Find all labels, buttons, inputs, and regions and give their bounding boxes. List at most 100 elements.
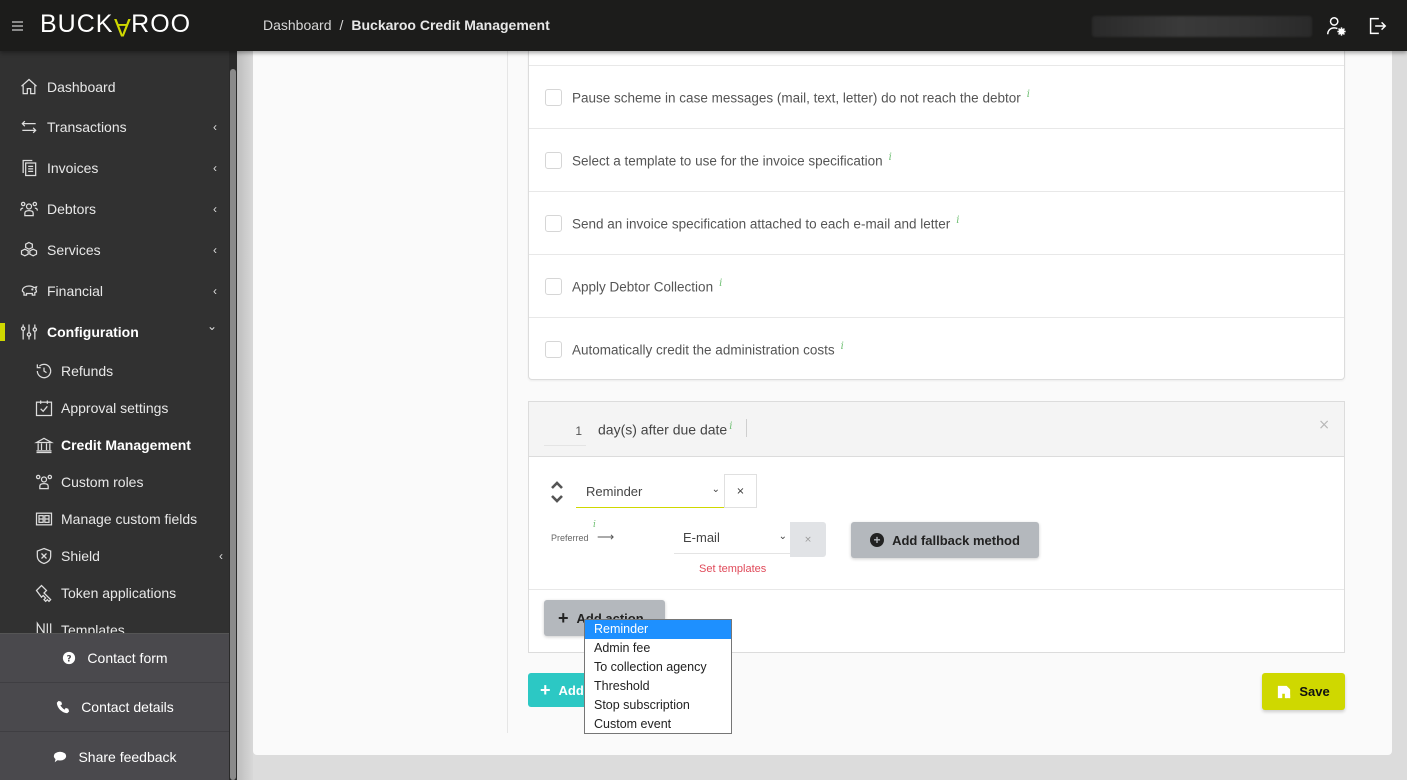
chevron-down-icon: ⌄ [206, 319, 217, 333]
info-icon[interactable]: i [719, 278, 722, 289]
option-checkbox[interactable] [545, 88, 562, 106]
chevron-down-icon: ⌄ [711, 484, 720, 495]
sidebar-item-label: Debtors [47, 201, 97, 217]
sidebar-footer: ? Contact form Contact details Share fee… [0, 633, 237, 780]
info-icon[interactable]: i [889, 152, 892, 163]
days-after-due-input[interactable] [544, 417, 586, 446]
sidebar-subitem-manage-custom-fields[interactable]: Manage custom fields [0, 501, 229, 537]
dropdown-option-reminder[interactable]: Reminder [585, 620, 731, 639]
remove-method-button[interactable]: × [790, 522, 826, 557]
sidebar-subitem-label: Refunds [61, 363, 114, 379]
dropdown-option-collection-agency[interactable]: To collection agency [585, 658, 731, 677]
info-icon[interactable]: i [729, 421, 732, 432]
chevron-left-icon: ‹ [213, 243, 217, 257]
sidebar-item-financial[interactable]: Financial ‹ [0, 272, 229, 310]
option-label: Apply Debtor Collection i [572, 278, 722, 295]
dropdown-option-threshold[interactable]: Threshold [585, 677, 731, 696]
content-divider [507, 51, 508, 733]
sidebar-subitem-label: Manage custom fields [61, 511, 198, 527]
set-templates-link[interactable]: Set templates [699, 563, 766, 575]
option-label: Automatically credit the administration … [572, 341, 844, 358]
users-icon [33, 471, 55, 493]
option-label: Send an invoice specification attached t… [572, 215, 959, 232]
chevron-left-icon: ‹ [213, 284, 217, 298]
delivery-method-select[interactable]: E-mail ⌄ [674, 522, 791, 554]
breadcrumb-dashboard[interactable]: Dashboard [263, 17, 332, 33]
dropdown-option-stop-subscription[interactable]: Stop subscription [585, 696, 731, 715]
sidebar-subitem-custom-roles[interactable]: Custom roles [0, 464, 229, 500]
sidebar-item-invoices[interactable]: Invoices ‹ [0, 149, 229, 187]
sidebar-subitem-approval-settings[interactable]: Approval settings [0, 390, 229, 426]
option-label: Select a template to use for the invoice… [572, 152, 892, 169]
sidebar-item-configuration[interactable]: Configuration ⌄ [0, 313, 229, 351]
logo-text-pre: BUCK [40, 10, 114, 38]
share-feedback-label: Share feedback [78, 748, 177, 765]
contact-form-label: Contact form [87, 650, 168, 666]
info-icon[interactable]: i [956, 215, 959, 226]
option-checkbox[interactable] [545, 277, 562, 295]
option-label: Pause scheme in case messages (mail, tex… [572, 89, 1030, 106]
sidebar-scrollbar[interactable] [229, 51, 237, 780]
days-separator [746, 419, 747, 437]
dropdown-option-custom-event[interactable]: Custom event [585, 715, 731, 734]
remove-step-icon[interactable]: × [1318, 417, 1330, 433]
arrow-right-icon: ⟶ [597, 530, 615, 544]
main-left-shadow [237, 51, 253, 780]
bank-icon [33, 434, 55, 456]
menu-icon[interactable] [12, 21, 23, 31]
sidebar-scrollbar-thumb[interactable] [230, 69, 236, 780]
sidebar-subitem-shield[interactable]: Shield ‹ [0, 538, 229, 574]
chevron-left-icon: ‹ [213, 120, 217, 134]
right-gutter [1392, 51, 1407, 780]
save-icon [1278, 685, 1291, 698]
sidebar-item-dashboard[interactable]: Dashboard [0, 68, 229, 106]
question-circle-icon: ? [61, 650, 77, 666]
contact-form-link[interactable]: ? Contact form [0, 634, 229, 683]
sidebar-item-transactions[interactable]: Transactions ‹ [0, 108, 229, 146]
action-type-select[interactable]: Reminder ⌄ [576, 475, 724, 508]
reorder-icon[interactable] [549, 478, 565, 506]
sidebar-subitem-token-applications[interactable]: Token applications [0, 575, 229, 611]
breadcrumb-current: Buckaroo Credit Management [351, 17, 550, 33]
phone-icon [55, 699, 71, 715]
info-icon[interactable]: i [841, 341, 844, 352]
sidebar-subitem-refunds[interactable]: Refunds [0, 353, 229, 389]
step-card: day(s) after due datei × Reminder ⌄ × Pr… [528, 401, 1345, 653]
sidebar-item-debtors[interactable]: Debtors ‹ [0, 190, 229, 228]
option-checkbox[interactable] [545, 340, 562, 358]
option-checkbox[interactable] [545, 151, 562, 169]
logout-icon[interactable] [1366, 15, 1388, 37]
option-row: Apply Debtor Collection i [529, 254, 1344, 317]
plus-icon: + [558, 608, 569, 628]
share-feedback-link[interactable]: Share feedback [0, 732, 229, 780]
option-text: Apply Debtor Collection [572, 279, 714, 295]
dropdown-option-admin-fee[interactable]: Admin fee [585, 639, 731, 658]
sidebar-subitem-label: Token applications [61, 585, 177, 601]
history-icon [33, 360, 55, 382]
step-header: day(s) after due datei × [529, 402, 1344, 457]
shield-icon [33, 545, 55, 567]
save-button[interactable]: Save [1262, 673, 1345, 710]
sidebar-item-label: Invoices [47, 160, 99, 176]
chevron-left-icon: ‹ [219, 549, 223, 563]
sidebar-subitem-label: Credit Management [61, 437, 191, 453]
user-settings-icon[interactable] [1325, 15, 1347, 37]
key-icon [33, 582, 55, 604]
action-type-dropdown: Reminder Admin fee To collection agency … [584, 619, 732, 734]
step-divider [529, 589, 1344, 590]
buckaroo-logo[interactable]: BUCKAROO [40, 10, 192, 41]
option-checkbox[interactable] [545, 214, 562, 232]
plus-circle-icon: + [870, 533, 885, 547]
add-fallback-method-button[interactable]: + Add fallback method [851, 522, 1039, 558]
info-icon[interactable]: i [593, 520, 596, 530]
days-label-text: day(s) after due date [598, 421, 728, 438]
sidebar-item-services[interactable]: Services ‹ [0, 231, 229, 269]
logo-text-post: ROO [131, 10, 192, 38]
sidebar-subitem-label: Custom roles [61, 474, 144, 490]
sidebar-subitem-label: Approval settings [61, 400, 169, 416]
info-icon[interactable]: i [1027, 89, 1030, 100]
sidebar-subitem-credit-management[interactable]: Credit Management [0, 427, 229, 463]
preferred-text: Preferred [551, 533, 589, 543]
contact-details-link[interactable]: Contact details [0, 683, 229, 732]
remove-action-button[interactable]: × [724, 474, 757, 508]
